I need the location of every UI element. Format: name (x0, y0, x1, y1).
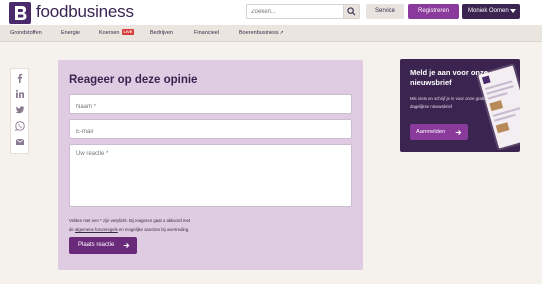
logo-icon[interactable] (9, 2, 31, 24)
legal-notice: Velden met een * zijn verplicht. Bij rea… (69, 218, 191, 232)
email-field-wrapper (69, 119, 352, 141)
comment-form-title: Reageer op deze opinie (69, 74, 198, 86)
nav-item-energie[interactable]: Energie (61, 25, 80, 42)
nav-item-bedrijven[interactable]: Bedrijven (150, 25, 173, 42)
linkedin-icon[interactable] (15, 89, 25, 99)
arrow-right-icon (455, 130, 462, 135)
site-header: foodbusiness Service Registreren Moniek … (0, 0, 542, 25)
comment-form-panel: Reageer op deze opinie Velden met een * … (58, 60, 363, 270)
newsletter-card: Meld je aan voor onze nieuwsbrief Mis ni… (400, 59, 520, 152)
register-button[interactable]: Registreren (408, 4, 459, 19)
newsletter-text: Mis niets en schrijf je in voor onze gra… (410, 96, 487, 109)
email-field[interactable] (70, 123, 351, 141)
share-bar (10, 68, 29, 154)
chevron-down-icon (510, 9, 516, 13)
twitter-icon[interactable] (15, 105, 25, 115)
nav-item-financieel[interactable]: Financieel (194, 25, 219, 42)
arrow-right-icon (123, 243, 130, 248)
newsletter-title: Meld je aan voor onze nieuwsbrief (410, 68, 488, 87)
service-button[interactable]: Service (366, 4, 404, 19)
user-name: Moniek Oomen (468, 8, 509, 14)
main-nav: Grondstoffen Energie Koersen LIVE Bedrijv… (0, 25, 542, 42)
comment-field-wrapper (69, 144, 352, 207)
nav-item-boerenbusiness[interactable]: Boerenbusiness↗ (239, 25, 284, 42)
name-field[interactable] (70, 98, 351, 116)
live-badge: LIVE (121, 29, 135, 35)
search-icon (347, 7, 356, 16)
user-menu-button[interactable]: Moniek Oomen (462, 4, 520, 19)
email-icon[interactable] (15, 137, 25, 147)
external-link-icon: ↗ (279, 30, 284, 36)
facebook-icon[interactable] (15, 73, 25, 83)
name-field-wrapper (69, 94, 352, 116)
newsletter-signup-button[interactable]: Aanmelden (410, 124, 468, 140)
search-box (246, 4, 360, 19)
search-button[interactable] (343, 5, 359, 18)
brand-name[interactable]: foodbusiness (36, 2, 134, 22)
submit-comment-button[interactable]: Plaats reactie (69, 237, 137, 254)
comment-textarea[interactable] (70, 145, 351, 206)
forum-rules-link[interactable]: algemene forumregels (75, 227, 118, 232)
search-input[interactable] (247, 5, 344, 18)
whatsapp-icon[interactable] (15, 121, 25, 131)
nav-item-grondstoffen[interactable]: Grondstoffen (10, 25, 42, 42)
nav-item-koersen[interactable]: Koersen LIVE (99, 25, 135, 42)
